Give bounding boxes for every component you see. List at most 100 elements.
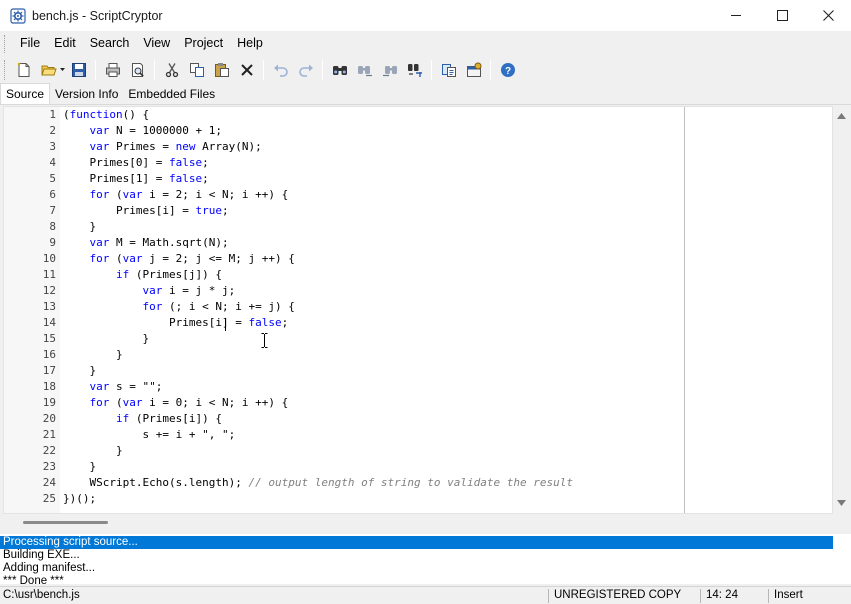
minimize-button[interactable] [713, 0, 759, 31]
code-line[interactable]: for (var i = 0; i < N; i ++) { [63, 396, 289, 409]
line-number: 1 [49, 108, 56, 121]
help-button[interactable]: ? [495, 59, 520, 81]
line-number: 5 [49, 172, 56, 185]
code-line[interactable]: var i = j * j; [63, 284, 235, 297]
paste-button[interactable] [209, 59, 234, 81]
menu-view[interactable]: View [136, 31, 177, 56]
menu-bar: File Edit Search View Project Help [0, 31, 851, 56]
tab-version-info[interactable]: Version Info [50, 85, 123, 104]
copy-button[interactable] [184, 59, 209, 81]
menu-project[interactable]: Project [177, 31, 230, 56]
horizontal-scroll-thumb[interactable] [23, 521, 108, 524]
line-number: 18 [42, 380, 56, 393]
code-line[interactable]: } [63, 332, 149, 345]
code-line[interactable]: (function() { [63, 108, 149, 121]
code-line[interactable]: Primes[i] = true; [63, 204, 229, 217]
tab-embedded-files[interactable]: Embedded Files [123, 85, 220, 104]
mouse-ibeam-cursor-icon [261, 333, 268, 348]
find-next-button[interactable] [352, 59, 377, 81]
code-line[interactable]: var Primes = new Array(N); [63, 140, 262, 153]
code-line[interactable]: Primes[0] = false; [63, 156, 209, 169]
line-number: 12 [42, 284, 56, 297]
menu-help[interactable]: Help [230, 31, 270, 56]
cut-button[interactable] [159, 59, 184, 81]
print-button[interactable] [100, 59, 125, 81]
code-line[interactable]: for (var i = 2; i < N; i ++) { [63, 188, 289, 201]
code-line[interactable]: } [63, 444, 123, 457]
line-number: 16 [42, 348, 56, 361]
cut-icon [165, 62, 178, 77]
code-line[interactable]: var s = ""; [63, 380, 163, 393]
toolbar-separator [263, 59, 264, 80]
scroll-up-icon[interactable] [836, 111, 847, 121]
line-number: 21 [42, 428, 56, 441]
save-button[interactable] [66, 59, 91, 81]
menu-edit[interactable]: Edit [47, 31, 83, 56]
text-caret [225, 318, 226, 331]
code-line[interactable]: for (; i < N; i += j) { [63, 300, 294, 313]
menu-file[interactable]: File [13, 31, 47, 56]
undo-icon [273, 64, 288, 77]
code-line[interactable]: var N = 1000000 + 1; [63, 124, 222, 137]
tab-source[interactable]: Source [0, 83, 51, 104]
maximize-button[interactable] [759, 0, 805, 31]
delete-button[interactable] [234, 59, 259, 81]
find-button[interactable] [327, 59, 352, 81]
code-line[interactable]: var M = Math.sqrt(N); [63, 236, 229, 249]
code-line[interactable]: if (Primes[j]) { [63, 268, 222, 281]
undo-button[interactable] [268, 59, 293, 81]
window-title: bench.js - ScriptCryptor [32, 8, 163, 23]
status-registration: UNREGISTERED COPY [554, 589, 682, 601]
line-number: 11 [42, 268, 56, 281]
close-button[interactable] [805, 0, 851, 31]
toolbar-grip[interactable] [4, 59, 7, 80]
build-icon [441, 63, 456, 77]
line-number: 23 [42, 460, 56, 473]
find-next-icon [357, 65, 372, 76]
code-line[interactable]: })(); [63, 492, 96, 505]
code-line[interactable]: if (Primes[i]) { [63, 412, 222, 425]
code-line[interactable]: } [63, 220, 96, 233]
output-line[interactable]: *** Done *** [0, 575, 833, 584]
build-output-panel[interactable]: Processing script source... Building EXE… [0, 534, 851, 584]
code-line[interactable]: } [63, 364, 96, 377]
open-recent-dropdown[interactable] [58, 59, 66, 81]
code-line[interactable]: s += i + ", "; [63, 428, 235, 441]
right-margin-line [684, 107, 685, 513]
close-icon [822, 10, 834, 21]
code-line[interactable]: Primes[1] = false; [63, 172, 209, 185]
status-divider [768, 589, 769, 603]
code-line[interactable]: Primes[i] = false; [63, 316, 288, 329]
menubar-grip[interactable] [4, 34, 7, 53]
maximize-icon [776, 10, 788, 21]
redo-button[interactable] [293, 59, 318, 81]
line-number: 19 [42, 396, 56, 409]
line-number: 7 [49, 204, 56, 217]
code-line[interactable]: } [63, 348, 123, 361]
new-file-button[interactable] [11, 59, 36, 81]
line-number: 3 [49, 140, 56, 153]
code-line[interactable]: WScript.Echo(s.length); // output length… [63, 476, 574, 489]
horizontal-scrollbar[interactable] [3, 514, 833, 531]
output-line[interactable]: Building EXE... [0, 549, 833, 562]
code-text-area[interactable]: (function() { var N = 1000000 + 1; var P… [63, 107, 832, 513]
code-editor[interactable]: 1 2 3 4 5 6 7 8 9 10 11 12 13 14 15 16 17 18 19 20 21 22 23 24 2… [3, 106, 833, 514]
status-edit-mode: Insert [774, 589, 803, 601]
code-line[interactable]: } [63, 460, 96, 473]
project-options-button[interactable] [461, 59, 486, 81]
output-line[interactable]: Processing script source... [0, 536, 833, 549]
menu-search[interactable]: Search [83, 31, 137, 56]
output-line[interactable]: Adding manifest... [0, 562, 833, 575]
vertical-scrollbar[interactable] [833, 106, 850, 514]
line-number: 14 [42, 316, 56, 329]
scroll-down-icon[interactable] [836, 498, 847, 508]
print-icon [105, 62, 120, 77]
find-previous-button[interactable] [377, 59, 402, 81]
replace-button[interactable] [402, 59, 427, 81]
app-gear-icon [10, 7, 26, 24]
code-line[interactable]: for (var j = 2; j <= M; j ++) { [63, 252, 295, 265]
print-preview-button[interactable] [125, 59, 150, 81]
open-file-icon [40, 65, 57, 75]
build-exe-button[interactable] [436, 59, 461, 81]
line-number: 9 [49, 236, 56, 249]
